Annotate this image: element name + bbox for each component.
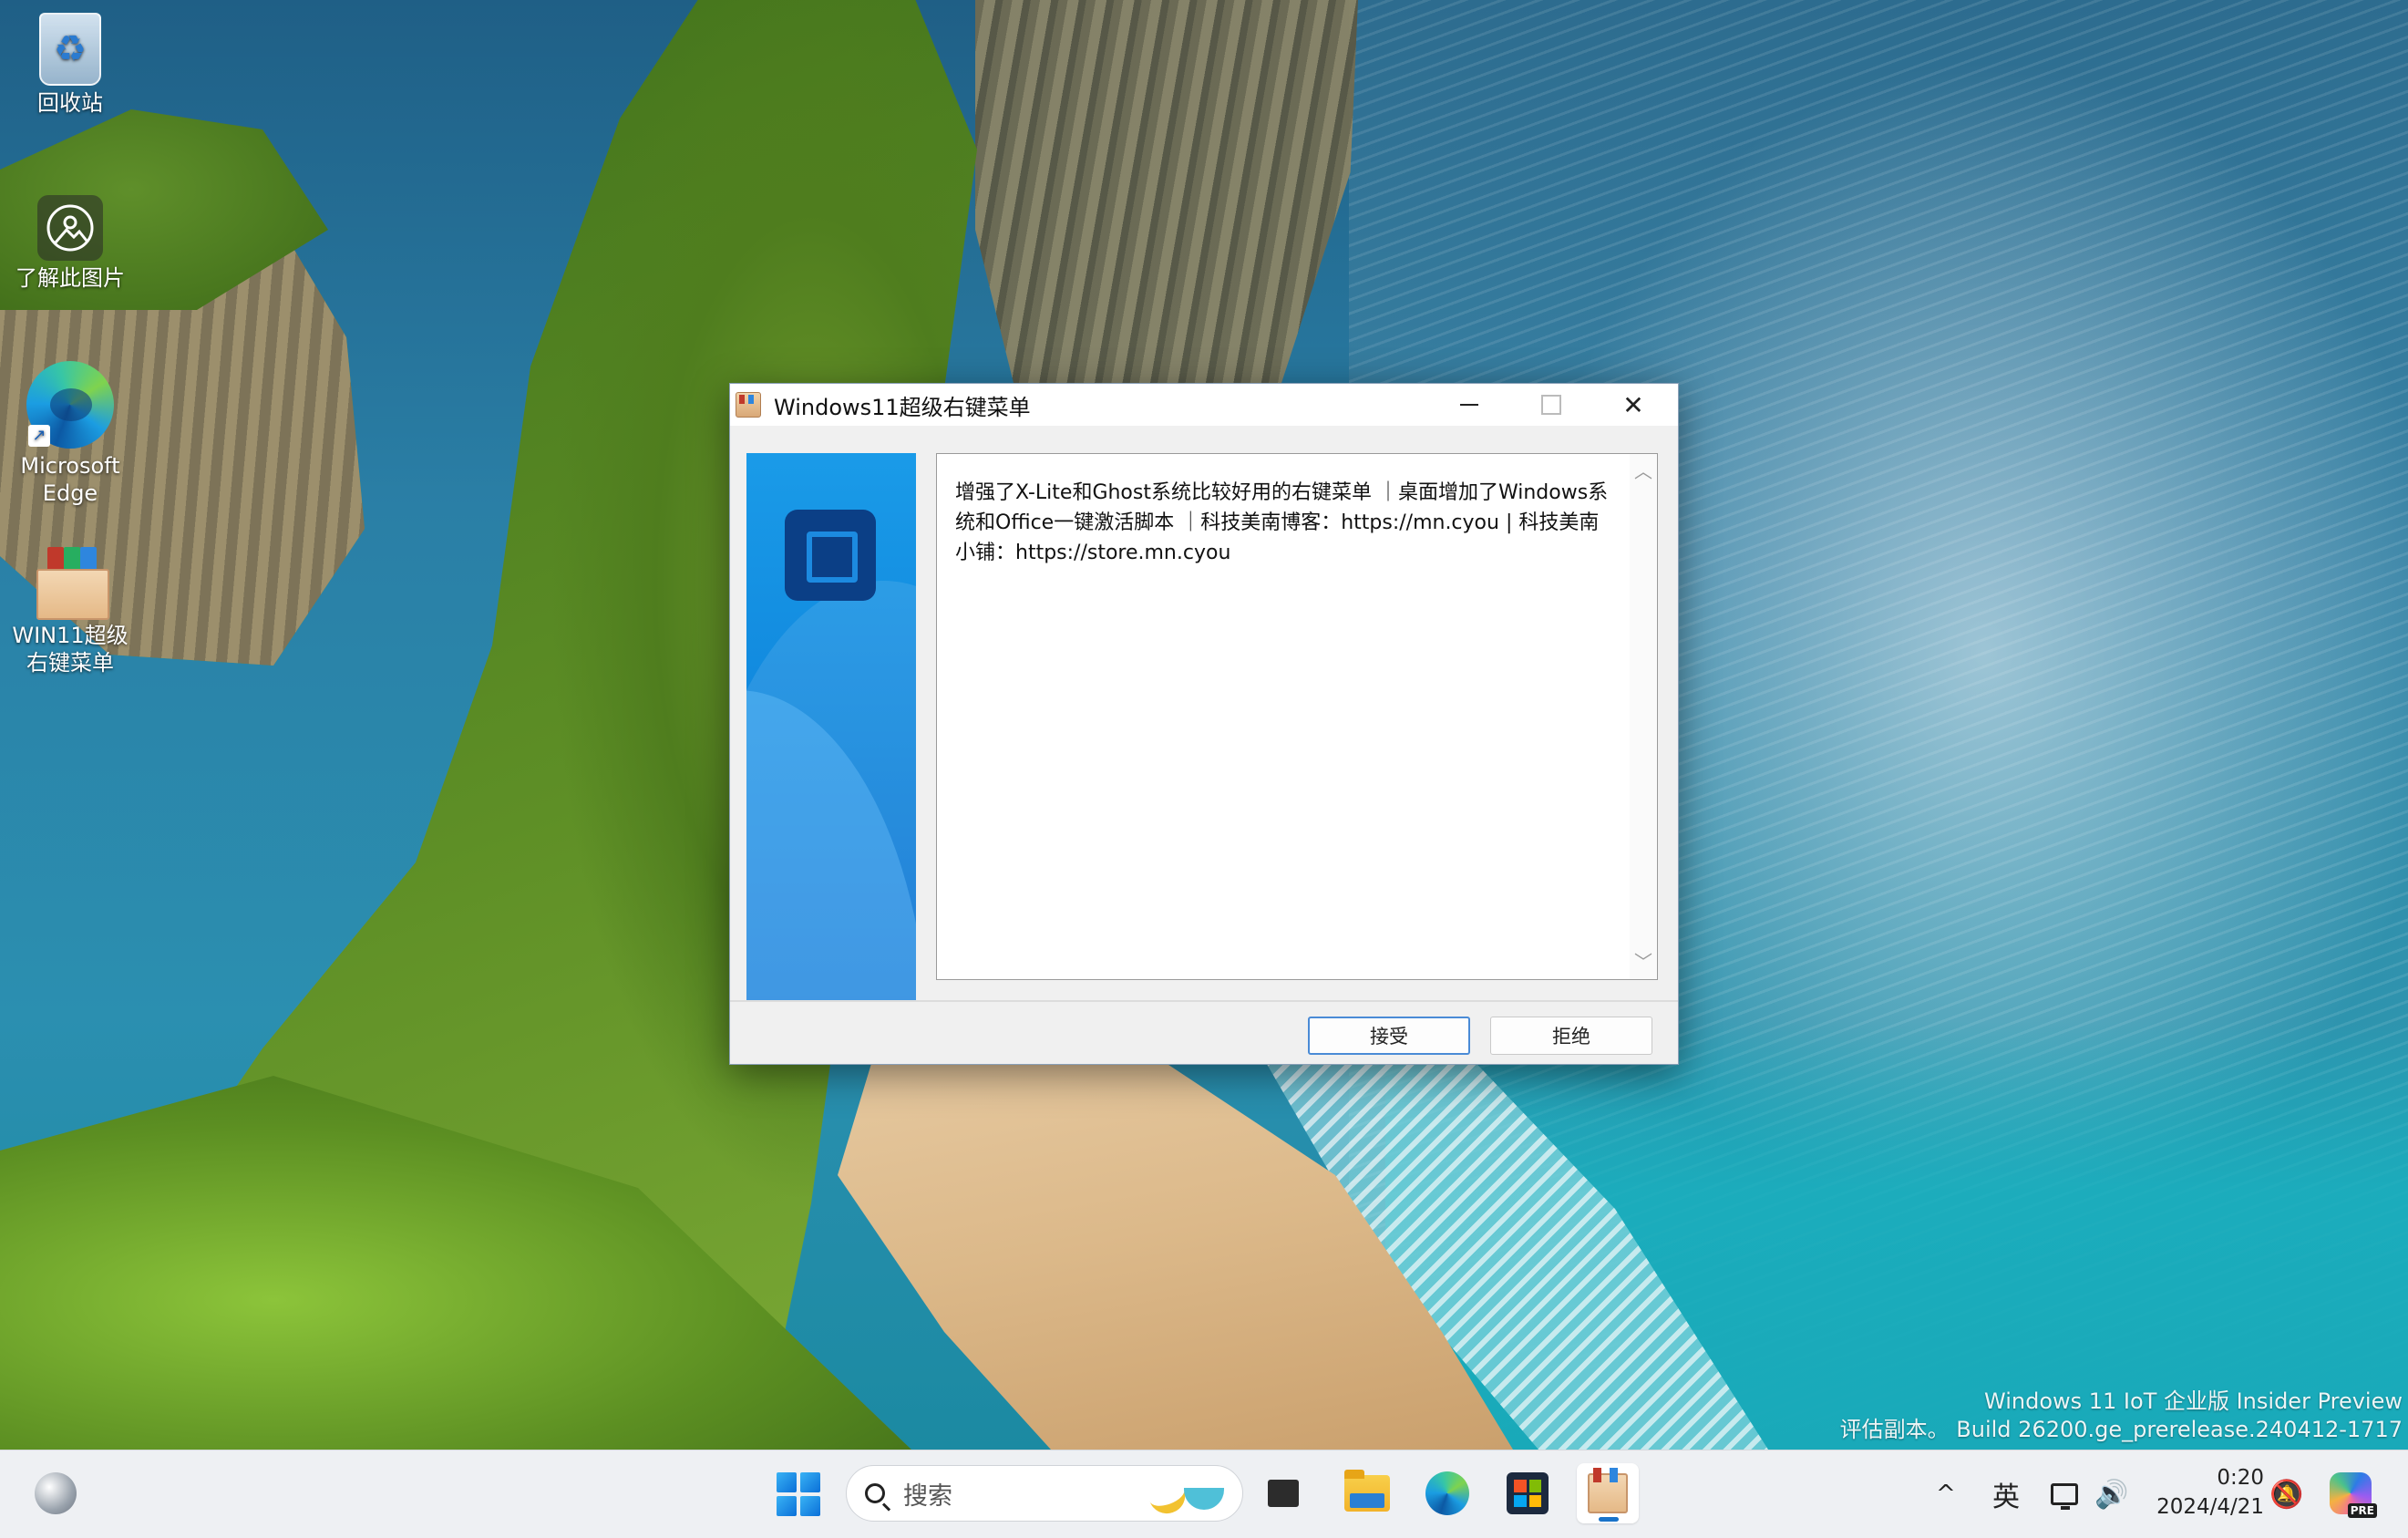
- desktop-icon-label: Microsoft Edge: [20, 453, 120, 506]
- watermark-line-2: 评估副本。 Build 26200.ge_prerelease.240412-1…: [1839, 1417, 2403, 1442]
- task-view-icon: [1262, 1472, 1299, 1507]
- search-icon: [865, 1483, 885, 1503]
- edge-icon: ↗: [26, 361, 114, 449]
- taskbar: 搜索 ^ 英 🔊 0:20 2024/4/21 🔕 PRE: [0, 1450, 2408, 1538]
- desktop-icon-learn-about-picture[interactable]: 了解此图片: [2, 195, 139, 292]
- installer-dialog: Windows11超级右键菜单 ✕ 增强了X-Lite和Ghost系统比较好用的…: [729, 383, 1679, 1065]
- license-text: 增强了X-Lite和Ghost系统比较好用的右键菜单 ｜桌面增加了Windows…: [955, 481, 1609, 564]
- windows-evaluation-watermark: Windows 11 IoT 企业版 Insider Preview 评估副本。…: [1840, 1388, 2403, 1444]
- learn-about-picture-icon: [37, 195, 103, 261]
- taskbar-microsoft-store[interactable]: [1497, 1463, 1559, 1523]
- winrar-app-icon: [1588, 1468, 1628, 1513]
- desktop-icon-label: 回收站: [37, 90, 103, 116]
- taskbar-winrar-active[interactable]: [1577, 1463, 1639, 1523]
- scroll-down-icon[interactable]: ﹀: [1630, 948, 1657, 975]
- reject-button[interactable]: 拒绝: [1490, 1017, 1652, 1055]
- show-hidden-icons-button[interactable]: ^: [1936, 1450, 1956, 1538]
- clock-date: 2024/4/21: [2156, 1495, 2264, 1519]
- file-explorer-icon: [1344, 1470, 1390, 1512]
- taskbar-edge[interactable]: [1416, 1463, 1478, 1523]
- taskbar-file-explorer[interactable]: [1336, 1463, 1398, 1523]
- winrar-archive-icon: [29, 545, 111, 620]
- desktop-icon-winrar-menu[interactable]: WIN11超级右键菜单: [2, 545, 139, 676]
- wallpaper-rock-face: [975, 0, 1358, 383]
- scroll-up-icon[interactable]: ︿: [1630, 458, 1657, 485]
- desktop-icon-microsoft-edge[interactable]: ↗ Microsoft Edge: [2, 361, 139, 507]
- desktop-icon-label: WIN11超级右键菜单: [12, 623, 129, 676]
- microsoft-store-icon: [1507, 1472, 1549, 1514]
- minimize-button[interactable]: [1428, 384, 1510, 426]
- dialog-side-banner: [746, 453, 916, 1000]
- dialog-divider: [730, 1000, 1678, 1002]
- desktop-icon-recycle-bin[interactable]: ♻ 回收站: [2, 13, 139, 117]
- active-app-indicator: [1599, 1517, 1619, 1522]
- dialog-titlebar[interactable]: Windows11超级右键菜单 ✕: [730, 384, 1678, 426]
- widgets-weather-icon[interactable]: [35, 1472, 77, 1514]
- minimize-icon: [1460, 404, 1478, 406]
- taskbar-task-view[interactable]: [1252, 1463, 1314, 1523]
- windows-logo-icon: [785, 510, 876, 601]
- close-icon: ✕: [1622, 389, 1644, 420]
- maximize-icon: [1541, 395, 1561, 415]
- copilot-preview-badge: PRE: [2347, 1503, 2377, 1518]
- recycle-bin-icon: ♻: [39, 13, 101, 86]
- search-highlight-image: [1145, 1475, 1228, 1519]
- shortcut-arrow-icon: ↗: [28, 425, 50, 447]
- clock-time: 0:20: [2217, 1466, 2264, 1490]
- windows-logo-icon: [777, 1472, 797, 1492]
- system-clock[interactable]: 0:20 2024/4/21: [2151, 1463, 2264, 1522]
- start-button[interactable]: [777, 1472, 820, 1516]
- close-button[interactable]: ✕: [1592, 384, 1674, 426]
- taskbar-search-box[interactable]: 搜索: [846, 1465, 1243, 1522]
- volume-icon[interactable]: 🔊: [2094, 1450, 2128, 1538]
- input-method-indicator[interactable]: 英: [1992, 1450, 2020, 1538]
- vertical-scrollbar[interactable]: ︿ ﹀: [1630, 454, 1657, 979]
- winrar-app-icon: [736, 392, 761, 418]
- accept-button[interactable]: 接受: [1308, 1017, 1470, 1055]
- watermark-line-1: Windows 11 IoT 企业版 Insider Preview: [1984, 1388, 2403, 1414]
- copilot-icon[interactable]: PRE: [2330, 1472, 2377, 1518]
- license-text-area[interactable]: 增强了X-Lite和Ghost系统比较好用的右键菜单 ｜桌面增加了Windows…: [936, 453, 1658, 980]
- search-placeholder: 搜索: [903, 1481, 952, 1511]
- network-icon[interactable]: [2051, 1450, 2078, 1538]
- edge-icon: [1425, 1471, 1469, 1515]
- dialog-title: Windows11超级右键菜单: [774, 394, 1031, 420]
- desktop-icon-label: 了解此图片: [15, 265, 125, 291]
- maximize-button[interactable]: [1510, 384, 1592, 426]
- notification-bell-icon[interactable]: 🔕: [2269, 1450, 2303, 1538]
